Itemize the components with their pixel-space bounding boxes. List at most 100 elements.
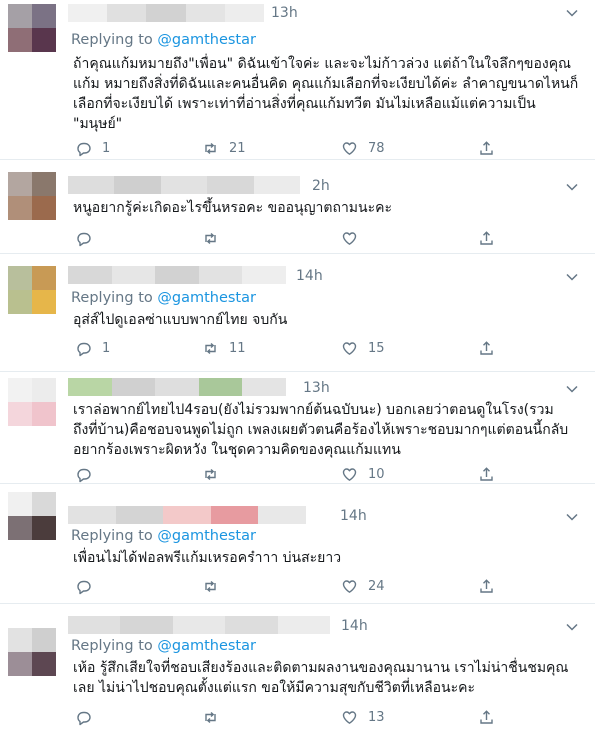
share-button[interactable] bbox=[478, 228, 495, 248]
share-button[interactable] bbox=[478, 576, 495, 596]
tweet-time[interactable]: 14h bbox=[340, 508, 367, 524]
retweet-icon bbox=[205, 468, 216, 480]
tweet-actions bbox=[75, 228, 505, 248]
avatar[interactable] bbox=[8, 172, 56, 220]
like-button[interactable]: 15 bbox=[341, 338, 385, 358]
replying-to: Replying to @gamthestar bbox=[71, 638, 256, 654]
reply-button[interactable] bbox=[75, 576, 102, 596]
share-icon bbox=[480, 340, 493, 355]
avatar[interactable] bbox=[8, 628, 56, 676]
like-button[interactable]: 24 bbox=[341, 576, 385, 596]
tweet-time[interactable]: 14h bbox=[296, 268, 323, 284]
retweet-count: 21 bbox=[229, 140, 246, 156]
share-icon bbox=[480, 140, 493, 155]
reply-button[interactable] bbox=[75, 464, 102, 484]
like-icon bbox=[342, 710, 357, 724]
tweet-text-line: เลย ไม่น่าไปชอบคุณตั้งแต่แรก ขอให้มีความ… bbox=[73, 680, 476, 696]
share-icon bbox=[480, 466, 493, 481]
replying-to: Replying to @gamthestar bbox=[71, 32, 256, 48]
author-name[interactable] bbox=[68, 506, 306, 524]
tweet-text-line: เราล่อพากย์ไทยไป4รอบ(ยังไม่รวมพากย์ต้นฉบ… bbox=[73, 402, 554, 418]
tweet-time[interactable]: 13h bbox=[303, 380, 330, 396]
tweet[interactable]: 14h Replying to @gamthestar เห้อ รู้สึกเ… bbox=[0, 604, 595, 733]
retweet-icon bbox=[205, 580, 216, 592]
replying-to: Replying to @gamthestar bbox=[71, 528, 256, 544]
tweet-text-line: หนูอยากรู้ค่ะเกิดอะไรขึ้นหรอคะ ขออนุญาตถ… bbox=[73, 200, 393, 216]
share-button[interactable] bbox=[478, 338, 495, 358]
tweet-text-line: เห้อ รู้สึกเสียใจที่ชอบเสียงร้องและติดตา… bbox=[73, 660, 569, 676]
avatar[interactable] bbox=[8, 492, 56, 540]
reply-icon bbox=[77, 342, 91, 356]
tweet[interactable]: 13h เราล่อพากย์ไทยไป4รอบ(ยังไม่รวมพากย์ต… bbox=[0, 372, 595, 484]
reply-handle-link[interactable]: @gamthestar bbox=[157, 638, 256, 654]
like-button[interactable]: 10 bbox=[341, 464, 385, 484]
tweet-time[interactable]: 14h bbox=[341, 618, 368, 634]
retweet-icon bbox=[205, 232, 216, 244]
chevron-down-icon[interactable] bbox=[565, 382, 579, 396]
author-name[interactable] bbox=[68, 4, 264, 22]
retweet-icon bbox=[205, 711, 216, 723]
reply-button[interactable]: 1 bbox=[75, 138, 110, 158]
reply-count: 1 bbox=[102, 140, 111, 156]
retweet-count: 11 bbox=[229, 340, 246, 356]
replying-to-label: Replying to bbox=[71, 290, 153, 306]
reply-icon bbox=[77, 580, 91, 594]
tweet-text-line: "มนุษย์" bbox=[73, 116, 123, 132]
reply-handle-link[interactable]: @gamthestar bbox=[157, 528, 256, 544]
author-name[interactable] bbox=[68, 616, 330, 634]
like-count: 78 bbox=[368, 140, 385, 156]
retweet-button[interactable]: 21 bbox=[202, 138, 246, 158]
retweet-button[interactable]: 11 bbox=[202, 338, 246, 358]
author-name[interactable] bbox=[68, 266, 286, 284]
retweet-button[interactable] bbox=[202, 464, 229, 484]
tweet[interactable]: 14h Replying to @gamthestar เพื่อนไม่ได้… bbox=[0, 484, 595, 604]
like-button[interactable] bbox=[341, 228, 368, 248]
reply-handle-link[interactable]: @gamthestar bbox=[157, 32, 256, 48]
retweet-button[interactable] bbox=[202, 576, 229, 596]
tweet-actions: 1 21 78 bbox=[75, 138, 505, 158]
like-count: 24 bbox=[368, 578, 385, 594]
tweet-text: หนูอยากรู้ค่ะเกิดอะไรขึ้นหรอคะ ขออนุญาตถ… bbox=[73, 198, 392, 218]
tweet-text: เห้อ รู้สึกเสียใจที่ชอบเสียงร้องและติดตา… bbox=[73, 658, 568, 698]
tweet[interactable]: 14h Replying to @gamthestar อุส่ส์ไปดูเอ… bbox=[0, 254, 595, 372]
replying-to-label: Replying to bbox=[71, 528, 153, 544]
share-button[interactable] bbox=[478, 464, 495, 484]
tweet-actions: 13 bbox=[75, 707, 505, 727]
tweet-text-line: ถ้าคุณแก้มหมายถึง"เพื่อน" ดิฉันเข้าใจค่ะ… bbox=[73, 56, 572, 72]
author-name[interactable] bbox=[68, 176, 300, 194]
tweet[interactable]: 13h Replying to @gamthestar ถ้าคุณแก้มหม… bbox=[0, 0, 595, 160]
like-count: 15 bbox=[368, 340, 385, 356]
author-name[interactable] bbox=[68, 378, 286, 396]
reply-button[interactable] bbox=[75, 707, 102, 727]
reply-icon bbox=[77, 232, 91, 246]
reply-icon bbox=[77, 711, 91, 725]
avatar[interactable] bbox=[8, 266, 56, 314]
chevron-down-icon[interactable] bbox=[565, 6, 579, 20]
tweet-actions: 10 bbox=[75, 464, 505, 484]
share-button[interactable] bbox=[478, 138, 495, 158]
reply-handle-link[interactable]: @gamthestar bbox=[157, 290, 256, 306]
like-icon bbox=[342, 579, 357, 593]
avatar[interactable] bbox=[8, 378, 56, 426]
tweet-text-line: แก้ม หมายถึงสิ่งที่ดิฉันและคนอื่นคิด คุณ… bbox=[73, 76, 579, 92]
tweet-time[interactable]: 13h bbox=[271, 5, 298, 21]
chevron-down-icon[interactable] bbox=[565, 270, 579, 284]
retweet-button[interactable] bbox=[202, 228, 229, 248]
tweet-text: เพื่อนไม่ได้ฟอลพรีแก้มเหรอคร๋าาา บ่นสะยา… bbox=[73, 548, 341, 568]
like-button[interactable]: 13 bbox=[341, 707, 385, 727]
chevron-down-icon[interactable] bbox=[565, 180, 579, 194]
chevron-down-icon[interactable] bbox=[565, 620, 579, 634]
like-button[interactable]: 78 bbox=[341, 138, 385, 158]
reply-button[interactable]: 1 bbox=[75, 338, 110, 358]
tweet[interactable]: 2h หนูอยากรู้ค่ะเกิดอะไรขึ้นหรอคะ ขออนุญ… bbox=[0, 160, 595, 254]
retweet-button[interactable] bbox=[202, 707, 229, 727]
tweet-time[interactable]: 2h bbox=[312, 178, 330, 194]
tweet-text: ถ้าคุณแก้มหมายถึง"เพื่อน" ดิฉันเข้าใจค่ะ… bbox=[73, 54, 578, 134]
avatar[interactable] bbox=[8, 4, 56, 52]
share-icon bbox=[480, 230, 493, 245]
like-icon bbox=[342, 141, 357, 155]
share-button[interactable] bbox=[478, 707, 495, 727]
chevron-down-icon[interactable] bbox=[565, 510, 579, 524]
retweet-icon bbox=[205, 142, 216, 154]
reply-button[interactable] bbox=[75, 228, 102, 248]
